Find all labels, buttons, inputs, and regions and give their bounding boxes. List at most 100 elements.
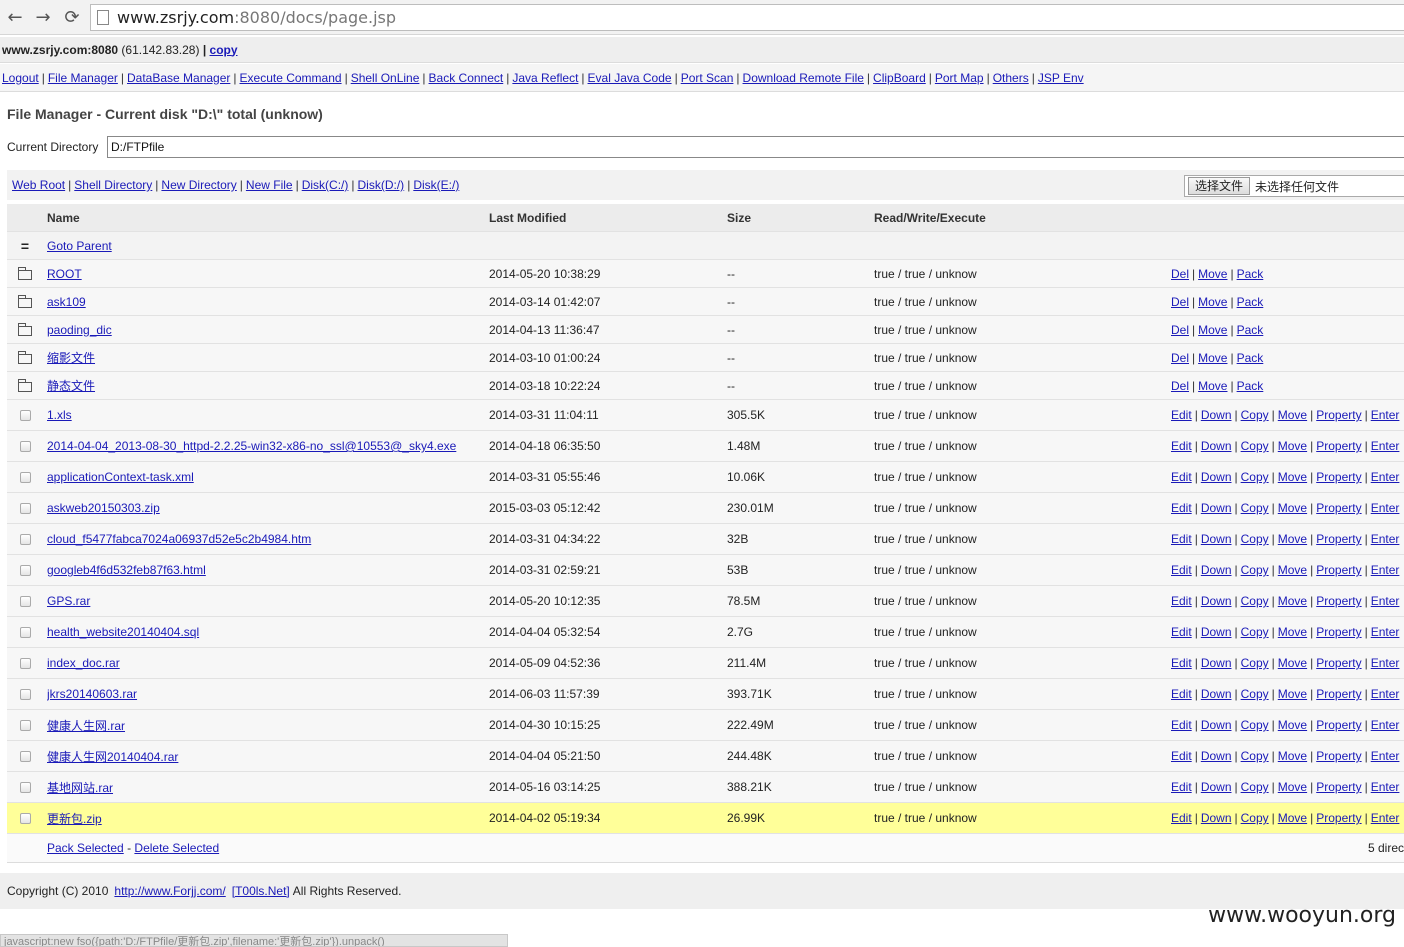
file-name-link[interactable]: 2014-04-04_2013-08-30_httpd-2.2.25-win32… (47, 439, 456, 453)
enter-action-link[interactable]: Enter (1371, 532, 1400, 546)
file-select-checkbox[interactable] (19, 409, 31, 421)
file-checkbox-cell[interactable] (15, 555, 35, 585)
directory-name-link[interactable]: ask109 (47, 295, 86, 309)
move-action-link[interactable]: Move (1198, 267, 1227, 281)
edit-action-link[interactable]: Edit (1171, 656, 1192, 670)
file-name-link[interactable]: 健康人生网.rar (47, 717, 125, 734)
copy-action-link[interactable]: Copy (1241, 780, 1269, 794)
forjj-site-link[interactable]: http://www.Forjj.com/ (114, 884, 225, 898)
file-select-checkbox[interactable] (19, 502, 31, 514)
menu-clipboard[interactable]: ClipBoard (873, 71, 926, 85)
move-action-link[interactable]: Move (1198, 379, 1227, 393)
edit-action-link[interactable]: Edit (1171, 625, 1192, 639)
quick-link-disk-e[interactable]: Disk(E:/) (413, 178, 459, 192)
file-select-checkbox[interactable] (19, 533, 31, 545)
file-select-checkbox[interactable] (19, 440, 31, 452)
copy-action-link[interactable]: Copy (1241, 532, 1269, 546)
down-action-link[interactable]: Down (1201, 408, 1232, 422)
copy-action-link[interactable]: Copy (1241, 439, 1269, 453)
move-action-link[interactable]: Move (1278, 718, 1307, 732)
move-action-link[interactable]: Move (1278, 501, 1307, 515)
property-action-link[interactable]: Property (1316, 470, 1361, 484)
file-checkbox-cell[interactable] (15, 679, 35, 709)
quick-link-shell-directory[interactable]: Shell Directory (74, 178, 152, 192)
enter-action-link[interactable]: Enter (1371, 780, 1400, 794)
menu-file-manager[interactable]: File Manager (48, 71, 118, 85)
enter-action-link[interactable]: Enter (1371, 501, 1400, 515)
file-checkbox-cell[interactable] (15, 617, 35, 647)
move-action-link[interactable]: Move (1278, 625, 1307, 639)
file-select-checkbox[interactable] (19, 657, 31, 669)
down-action-link[interactable]: Down (1201, 780, 1232, 794)
copy-link[interactable]: copy (210, 43, 238, 57)
file-select-checkbox[interactable] (19, 471, 31, 483)
choose-file-button[interactable]: 选择文件 (1188, 177, 1251, 195)
move-action-link[interactable]: Move (1198, 351, 1227, 365)
edit-action-link[interactable]: Edit (1171, 408, 1192, 422)
edit-action-link[interactable]: Edit (1171, 749, 1192, 763)
move-action-link[interactable]: Move (1278, 470, 1307, 484)
enter-action-link[interactable]: Enter (1371, 594, 1400, 608)
move-action-link[interactable]: Move (1278, 749, 1307, 763)
file-checkbox-cell[interactable] (15, 462, 35, 492)
edit-action-link[interactable]: Edit (1171, 470, 1192, 484)
move-action-link[interactable]: Move (1278, 811, 1307, 825)
down-action-link[interactable]: Down (1201, 656, 1232, 670)
move-action-link[interactable]: Move (1198, 323, 1227, 337)
file-upload-picker[interactable]: 选择文件 未选择任何文件 (1184, 175, 1404, 197)
menu-port-map[interactable]: Port Map (935, 71, 984, 85)
copy-action-link[interactable]: Copy (1241, 749, 1269, 763)
file-select-checkbox[interactable] (19, 564, 31, 576)
file-checkbox-cell[interactable] (15, 710, 35, 740)
move-action-link[interactable]: Move (1278, 780, 1307, 794)
copy-action-link[interactable]: Copy (1241, 501, 1269, 515)
copy-action-link[interactable]: Copy (1241, 470, 1269, 484)
file-checkbox-cell[interactable] (15, 400, 35, 430)
copy-action-link[interactable]: Copy (1241, 625, 1269, 639)
directory-name-link[interactable]: 静态文件 (47, 377, 95, 394)
down-action-link[interactable]: Down (1201, 811, 1232, 825)
file-name-link[interactable]: 更新包.zip (47, 810, 102, 827)
menu-shell-online[interactable]: Shell OnLine (351, 71, 420, 85)
enter-action-link[interactable]: Enter (1371, 718, 1400, 732)
down-action-link[interactable]: Down (1201, 687, 1232, 701)
copy-action-link[interactable]: Copy (1241, 718, 1269, 732)
quick-link-disk-c[interactable]: Disk(C:/) (302, 178, 349, 192)
file-checkbox-cell[interactable] (15, 772, 35, 802)
file-name-link[interactable]: googleb4f6d532feb87f63.html (47, 563, 206, 577)
copy-action-link[interactable]: Copy (1241, 656, 1269, 670)
file-name-link[interactable]: 基地网站.rar (47, 779, 113, 796)
directory-name-link[interactable]: ROOT (47, 267, 82, 281)
quick-link-new-directory[interactable]: New Directory (161, 178, 236, 192)
enter-action-link[interactable]: Enter (1371, 625, 1400, 639)
quick-link-disk-d[interactable]: Disk(D:/) (358, 178, 405, 192)
del-action-link[interactable]: Del (1171, 267, 1189, 281)
delete-selected-link[interactable]: Delete Selected (134, 841, 219, 855)
menu-logout[interactable]: Logout (2, 71, 39, 85)
edit-action-link[interactable]: Edit (1171, 532, 1192, 546)
file-checkbox-cell[interactable] (15, 524, 35, 554)
directory-name-link[interactable]: 缩影文件 (47, 349, 95, 366)
edit-action-link[interactable]: Edit (1171, 718, 1192, 732)
property-action-link[interactable]: Property (1316, 594, 1361, 608)
down-action-link[interactable]: Down (1201, 532, 1232, 546)
quick-link-web-root[interactable]: Web Root (12, 178, 65, 192)
property-action-link[interactable]: Property (1316, 780, 1361, 794)
quick-link-new-file[interactable]: New File (246, 178, 293, 192)
pack-action-link[interactable]: Pack (1237, 323, 1264, 337)
move-action-link[interactable]: Move (1198, 295, 1227, 309)
address-bar[interactable]: www.zsrjy.com:8080/docs/page.jsp (90, 4, 1404, 31)
copy-action-link[interactable]: Copy (1241, 563, 1269, 577)
property-action-link[interactable]: Property (1316, 501, 1361, 515)
file-name-link[interactable]: GPS.rar (47, 594, 90, 608)
move-action-link[interactable]: Move (1278, 408, 1307, 422)
down-action-link[interactable]: Down (1201, 439, 1232, 453)
edit-action-link[interactable]: Edit (1171, 439, 1192, 453)
enter-action-link[interactable]: Enter (1371, 439, 1400, 453)
file-select-checkbox[interactable] (19, 626, 31, 638)
file-checkbox-cell[interactable] (15, 803, 35, 833)
edit-action-link[interactable]: Edit (1171, 594, 1192, 608)
edit-action-link[interactable]: Edit (1171, 563, 1192, 577)
move-action-link[interactable]: Move (1278, 532, 1307, 546)
property-action-link[interactable]: Property (1316, 625, 1361, 639)
